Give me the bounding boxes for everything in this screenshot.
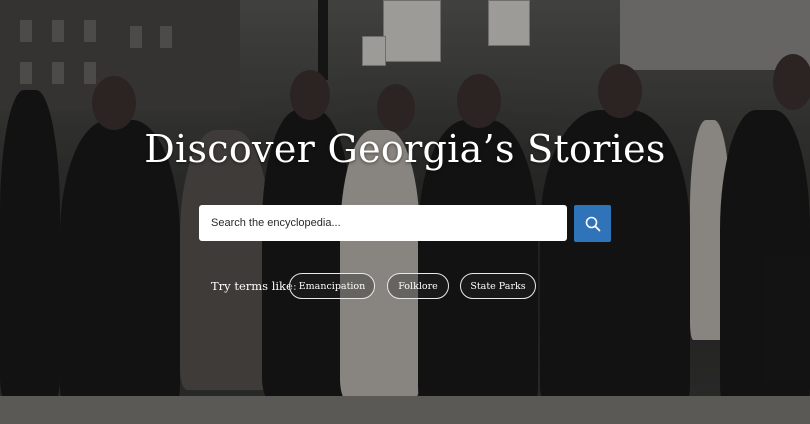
suggestion-chip-emancipation[interactable]: Emancipation	[289, 273, 375, 299]
suggestion-chip-folklore[interactable]: Folklore	[387, 273, 449, 299]
page-title: Discover Georgia’s Stories	[144, 127, 666, 171]
search-input[interactable]	[199, 205, 567, 241]
search-icon	[585, 216, 600, 231]
suggestion-chip-state-parks[interactable]: State Parks	[460, 273, 536, 299]
search-button[interactable]	[574, 205, 611, 242]
suggestions-label: Try terms like:	[211, 279, 297, 293]
